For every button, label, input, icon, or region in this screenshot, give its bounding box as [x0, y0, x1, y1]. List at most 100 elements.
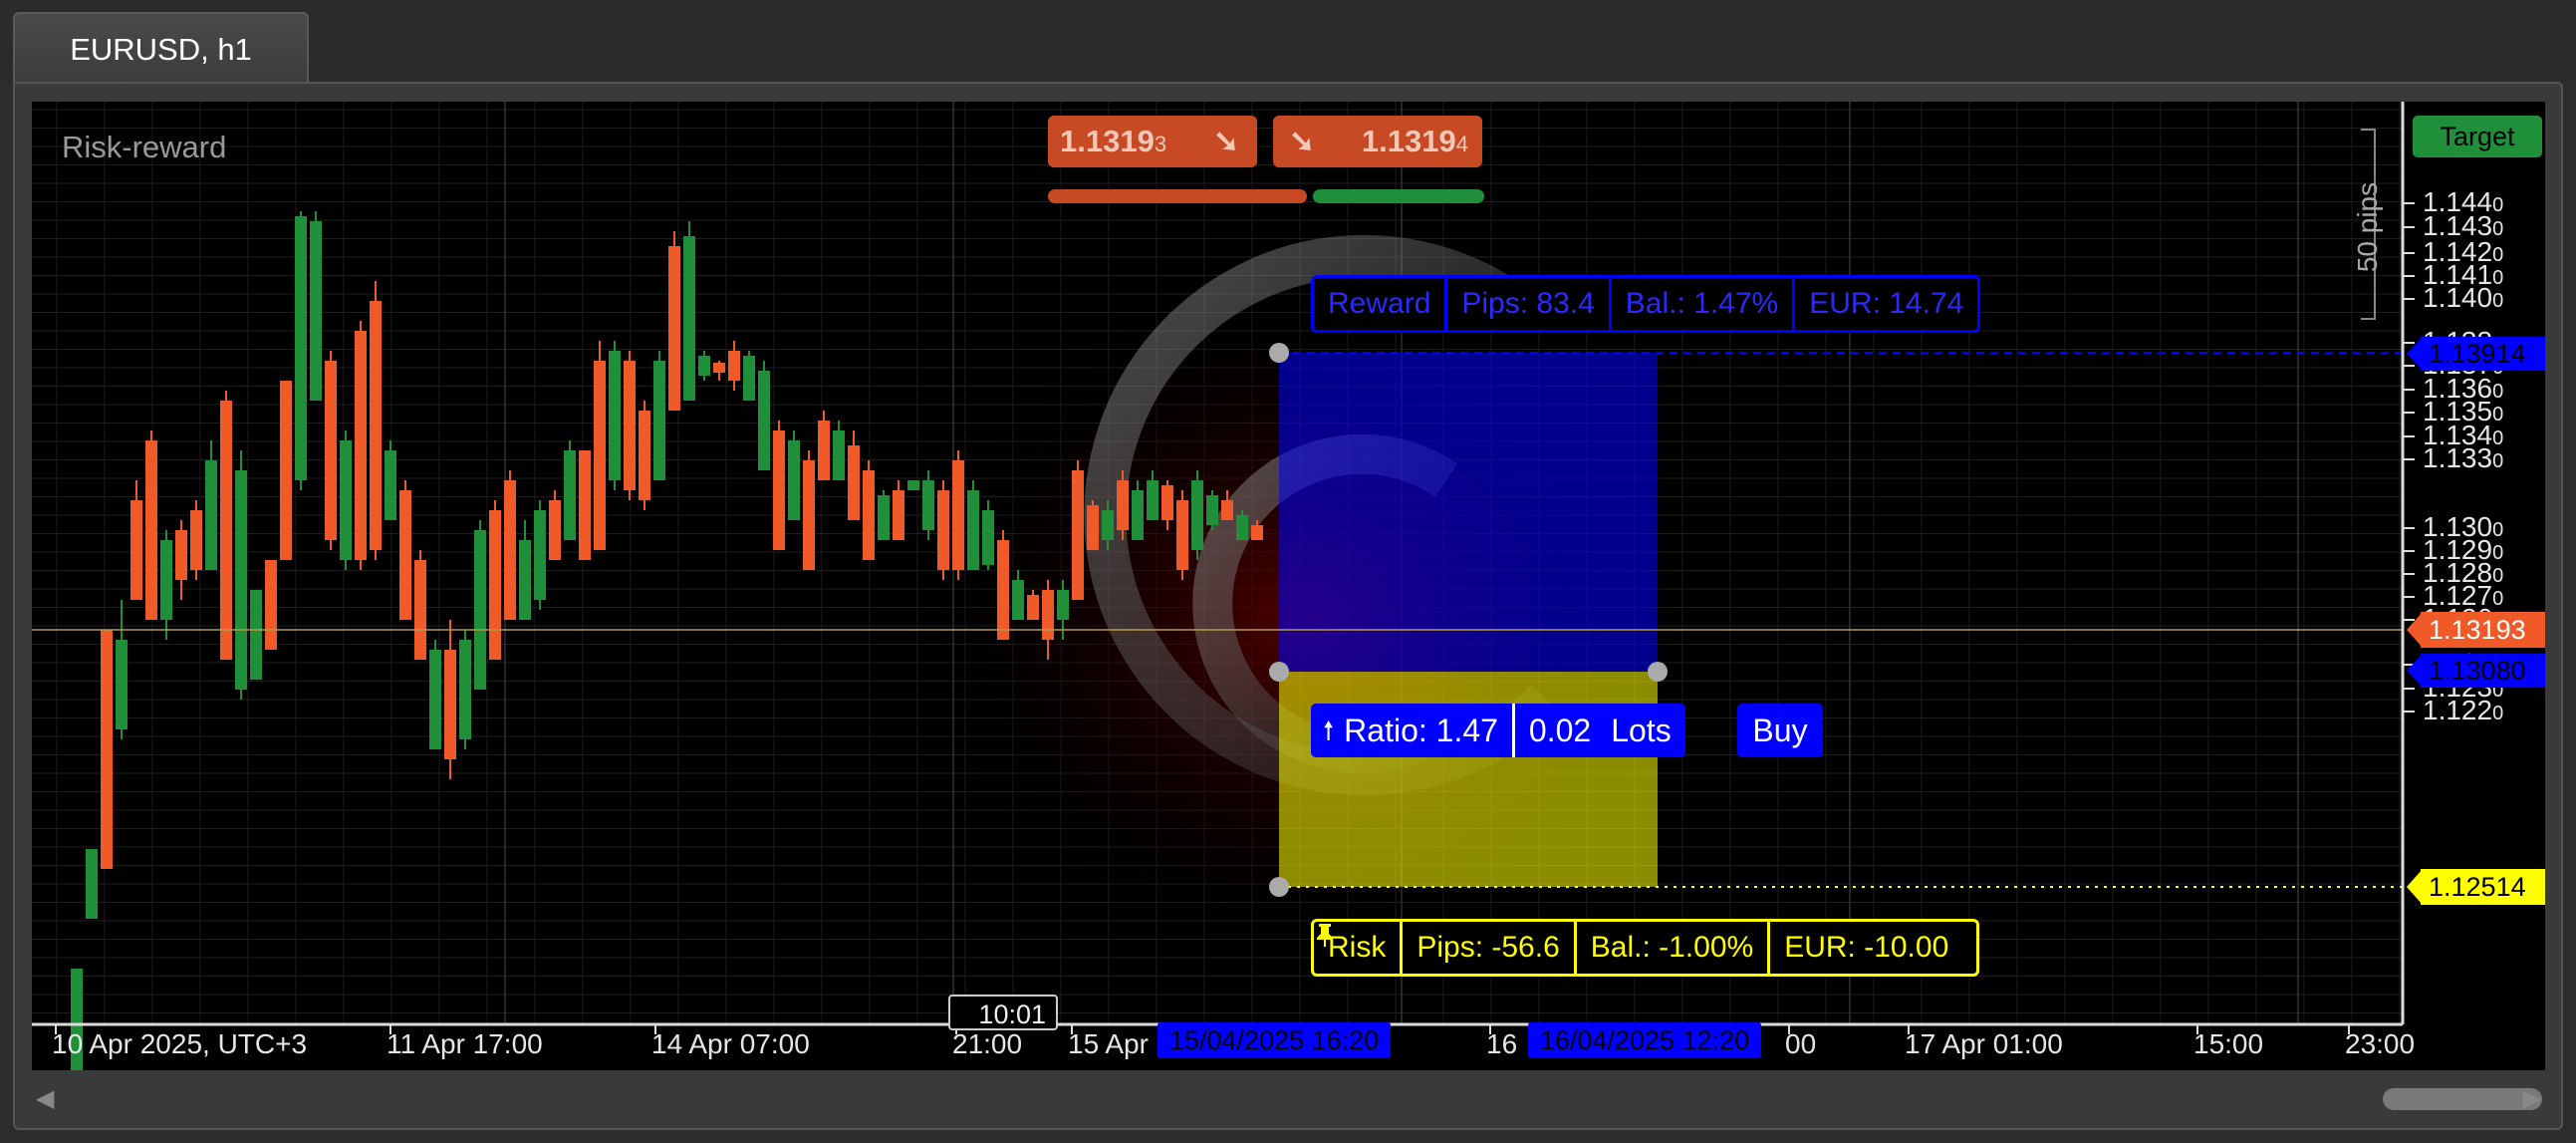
- time-tick-label: 15:00: [2193, 1028, 2264, 1059]
- chart-canvas[interactable]: [32, 102, 2545, 1070]
- candle: [1012, 580, 1024, 620]
- candle: [997, 540, 1009, 640]
- reward-pips: Pips: 83.4: [1447, 278, 1612, 330]
- candle: [698, 356, 710, 376]
- reward-panel[interactable]: Reward Pips: 83.4 Bal.: 1.47% EUR: 14.74: [1311, 275, 1981, 333]
- candle: [848, 445, 860, 520]
- current-price-pointer: [2407, 612, 2423, 648]
- candle: [399, 490, 411, 620]
- candle: [504, 480, 516, 620]
- candle: [1176, 500, 1188, 570]
- sell-arrow-icon: ➘: [1213, 124, 1239, 158]
- candle: [385, 450, 396, 520]
- pips-ruler-label: 50 pips: [2352, 181, 2383, 273]
- candle: [160, 540, 172, 620]
- price-tick-label: 1.1400: [2423, 282, 2504, 313]
- target-badge[interactable]: Target: [2413, 116, 2542, 157]
- time-tick-label: 11 Apr 17:00: [386, 1028, 543, 1059]
- buy-price-box[interactable]: ➘ 1.13194: [1273, 116, 1482, 167]
- candle: [325, 361, 337, 540]
- end-time-marker[interactable]: 16/04/2025 12:20: [1528, 1022, 1761, 1058]
- horizontal-scrollbar[interactable]: ◀ ▶: [32, 1082, 2545, 1116]
- candle: [295, 216, 307, 480]
- candle: [130, 500, 142, 600]
- candle: [743, 356, 755, 401]
- lots-value[interactable]: 0.02: [1515, 704, 1605, 757]
- price-tick-label: 1.1330: [2423, 442, 2504, 473]
- candle: [758, 371, 770, 470]
- chart-area[interactable]: Risk-reward 1.13193 ➘ ➘ 1.13194 50 pips …: [32, 102, 2545, 1070]
- candle: [564, 450, 576, 540]
- candle: [982, 510, 994, 565]
- candle: [907, 480, 919, 490]
- reward-zone: [1279, 353, 1658, 672]
- candle: [609, 351, 621, 480]
- reward-eur: EUR: 14.74: [1809, 287, 1964, 320]
- buy-volume-bar: [1313, 189, 1484, 203]
- current-price-badge[interactable]: 1.13193: [2421, 612, 2545, 648]
- buy-arrow-icon: ➘: [1289, 124, 1315, 158]
- candle: [594, 361, 606, 550]
- time-tick-label: 23:00: [2345, 1028, 2416, 1059]
- candle: [1072, 470, 1084, 600]
- stop-handle[interactable]: [1269, 877, 1289, 897]
- stop-level-badge[interactable]: 1.12514: [2421, 869, 2545, 905]
- candle: [145, 440, 157, 620]
- candle: [818, 421, 830, 480]
- start-time-marker[interactable]: 15/04/2025 16:20: [1158, 1022, 1391, 1058]
- time-tick-label: 15 Apr: [1068, 1028, 1149, 1059]
- candle: [1102, 510, 1114, 540]
- time-tick-label: 17 Apr 01:00: [1905, 1028, 2063, 1059]
- candle: [878, 495, 890, 540]
- candle: [1117, 480, 1129, 530]
- scroll-left-icon[interactable]: ◀: [36, 1084, 54, 1113]
- candle: [1132, 490, 1144, 540]
- target-handle[interactable]: [1269, 343, 1289, 363]
- candle: [1236, 515, 1248, 540]
- candle: [220, 401, 232, 660]
- candle: [1027, 595, 1039, 620]
- reward-balance: Bal.: 1.47%: [1612, 278, 1796, 330]
- candle: [713, 363, 725, 373]
- entry-handle[interactable]: [1269, 662, 1289, 682]
- candle: [534, 510, 546, 600]
- candle: [952, 460, 964, 570]
- candle: [1161, 485, 1173, 520]
- candle: [414, 560, 426, 660]
- candle: [1042, 590, 1054, 640]
- tab-eurusd-h1[interactable]: EURUSD, h1: [13, 12, 309, 84]
- time-tick-label: 21:00: [952, 1028, 1023, 1059]
- candle: [101, 630, 113, 869]
- candle: [788, 440, 800, 520]
- candle: [489, 510, 501, 660]
- lots-label: Lots: [1611, 713, 1672, 748]
- risk-eur: EUR: -10.00: [1784, 931, 1949, 964]
- entry-level-badge[interactable]: 1.13080: [2421, 654, 2545, 688]
- time-tick-label: 10 Apr 2025, UTC+3: [52, 1028, 308, 1059]
- buy-button[interactable]: Buy: [1737, 704, 1823, 757]
- candle: [639, 411, 650, 500]
- sell-price-box[interactable]: 1.13193 ➘: [1048, 116, 1257, 167]
- pin-icon[interactable]: [1317, 922, 1976, 974]
- candle: [86, 849, 98, 919]
- risk-panel[interactable]: Risk Pips: -56.6 Bal.: -1.00% EUR: -10.0…: [1311, 919, 1980, 977]
- candle: [1147, 480, 1159, 520]
- candle: [250, 590, 262, 680]
- candle: [1057, 590, 1069, 620]
- sell-volume-bar: [1048, 189, 1307, 203]
- candle: [579, 450, 591, 560]
- candle: [653, 361, 665, 480]
- candle: [1251, 525, 1263, 540]
- target-level-badge[interactable]: 1.13914: [2421, 337, 2545, 371]
- time-tick-label: 16: [1486, 1028, 1518, 1059]
- candle: [624, 361, 636, 490]
- candle: [922, 480, 934, 530]
- scrollbar-thumb[interactable]: [2383, 1088, 2542, 1110]
- scroll-right-icon[interactable]: ▶: [2523, 1084, 2541, 1113]
- buy-price: 1.13194: [1361, 124, 1468, 158]
- tab-bar: EURUSD, h1: [0, 0, 2576, 84]
- candle: [893, 490, 904, 540]
- candle: [280, 381, 292, 560]
- candle: [310, 221, 322, 401]
- width-handle[interactable]: [1648, 662, 1668, 682]
